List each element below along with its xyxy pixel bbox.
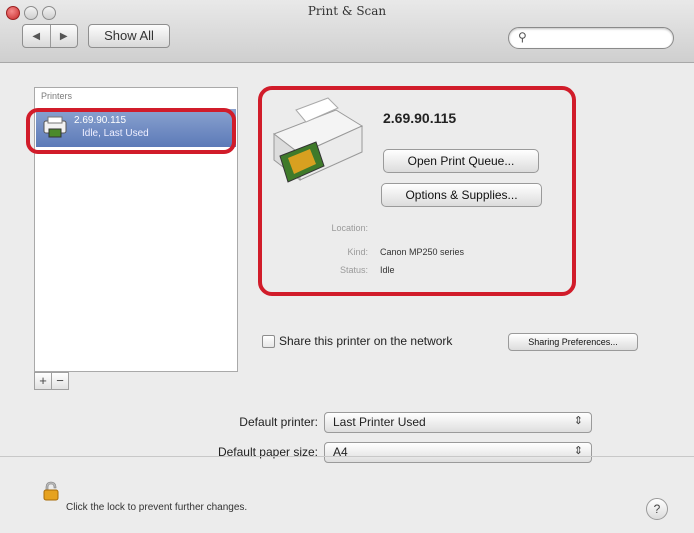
location-label: Location: <box>331 223 368 233</box>
list-controls: + − <box>34 372 69 390</box>
show-all-button[interactable]: Show All <box>88 24 170 48</box>
chevron-right-icon: ▶ <box>59 30 68 42</box>
share-printer-checkbox[interactable] <box>262 334 275 348</box>
chevron-left-icon: ◀ <box>32 30 41 42</box>
remove-printer-button[interactable]: − <box>52 372 69 390</box>
default-printer-value: Last Printer Used <box>333 415 426 429</box>
add-printer-button[interactable]: + <box>34 372 52 390</box>
search-icon: ⚲ <box>518 30 527 44</box>
toolbar: Print & Scan ◀ ▶ Show All ⚲ <box>0 0 694 63</box>
sharing-preferences-button[interactable]: Sharing Preferences... <box>508 333 638 351</box>
nav-buttons: ◀ ▶ <box>22 24 78 48</box>
open-print-queue-button[interactable]: Open Print Queue... <box>383 149 539 173</box>
kind-value: Canon MP250 series <box>380 247 465 257</box>
status-value: Idle <box>380 265 395 275</box>
search-input[interactable]: ⚲ <box>508 27 674 49</box>
printer-name: 2.69.90.115 <box>383 110 457 126</box>
printer-image <box>272 97 364 183</box>
print-scan-window: Print & Scan ◀ ▶ Show All ⚲ Printers 2.6… <box>0 0 694 533</box>
status-label: Status: <box>339 265 368 275</box>
lock-icon[interactable] <box>42 481 60 501</box>
selected-printer-highlight <box>26 108 236 154</box>
kind-label: Kind: <box>347 247 368 257</box>
popup-arrows-icon: ⇕ <box>573 415 583 427</box>
window-title: Print & Scan <box>307 4 387 18</box>
default-printer-label: Default printer: <box>239 415 318 429</box>
share-printer-label[interactable]: Share this printer on the network <box>279 334 452 348</box>
default-printer-select[interactable]: Last Printer Used ⇕ <box>324 412 592 433</box>
default-paper-select[interactable]: A4 ⇕ <box>324 442 592 463</box>
help-button[interactable]: ? <box>646 498 668 520</box>
share-printer-row: Share this printer on the network <box>262 334 452 348</box>
forward-button[interactable]: ▶ <box>49 25 78 47</box>
printers-list-header: Printers <box>41 91 73 101</box>
back-button[interactable]: ◀ <box>23 25 50 47</box>
footer-divider <box>0 456 694 457</box>
options-supplies-button[interactable]: Options & Supplies... <box>381 183 542 207</box>
lock-message: Click the lock to prevent further change… <box>66 502 248 513</box>
